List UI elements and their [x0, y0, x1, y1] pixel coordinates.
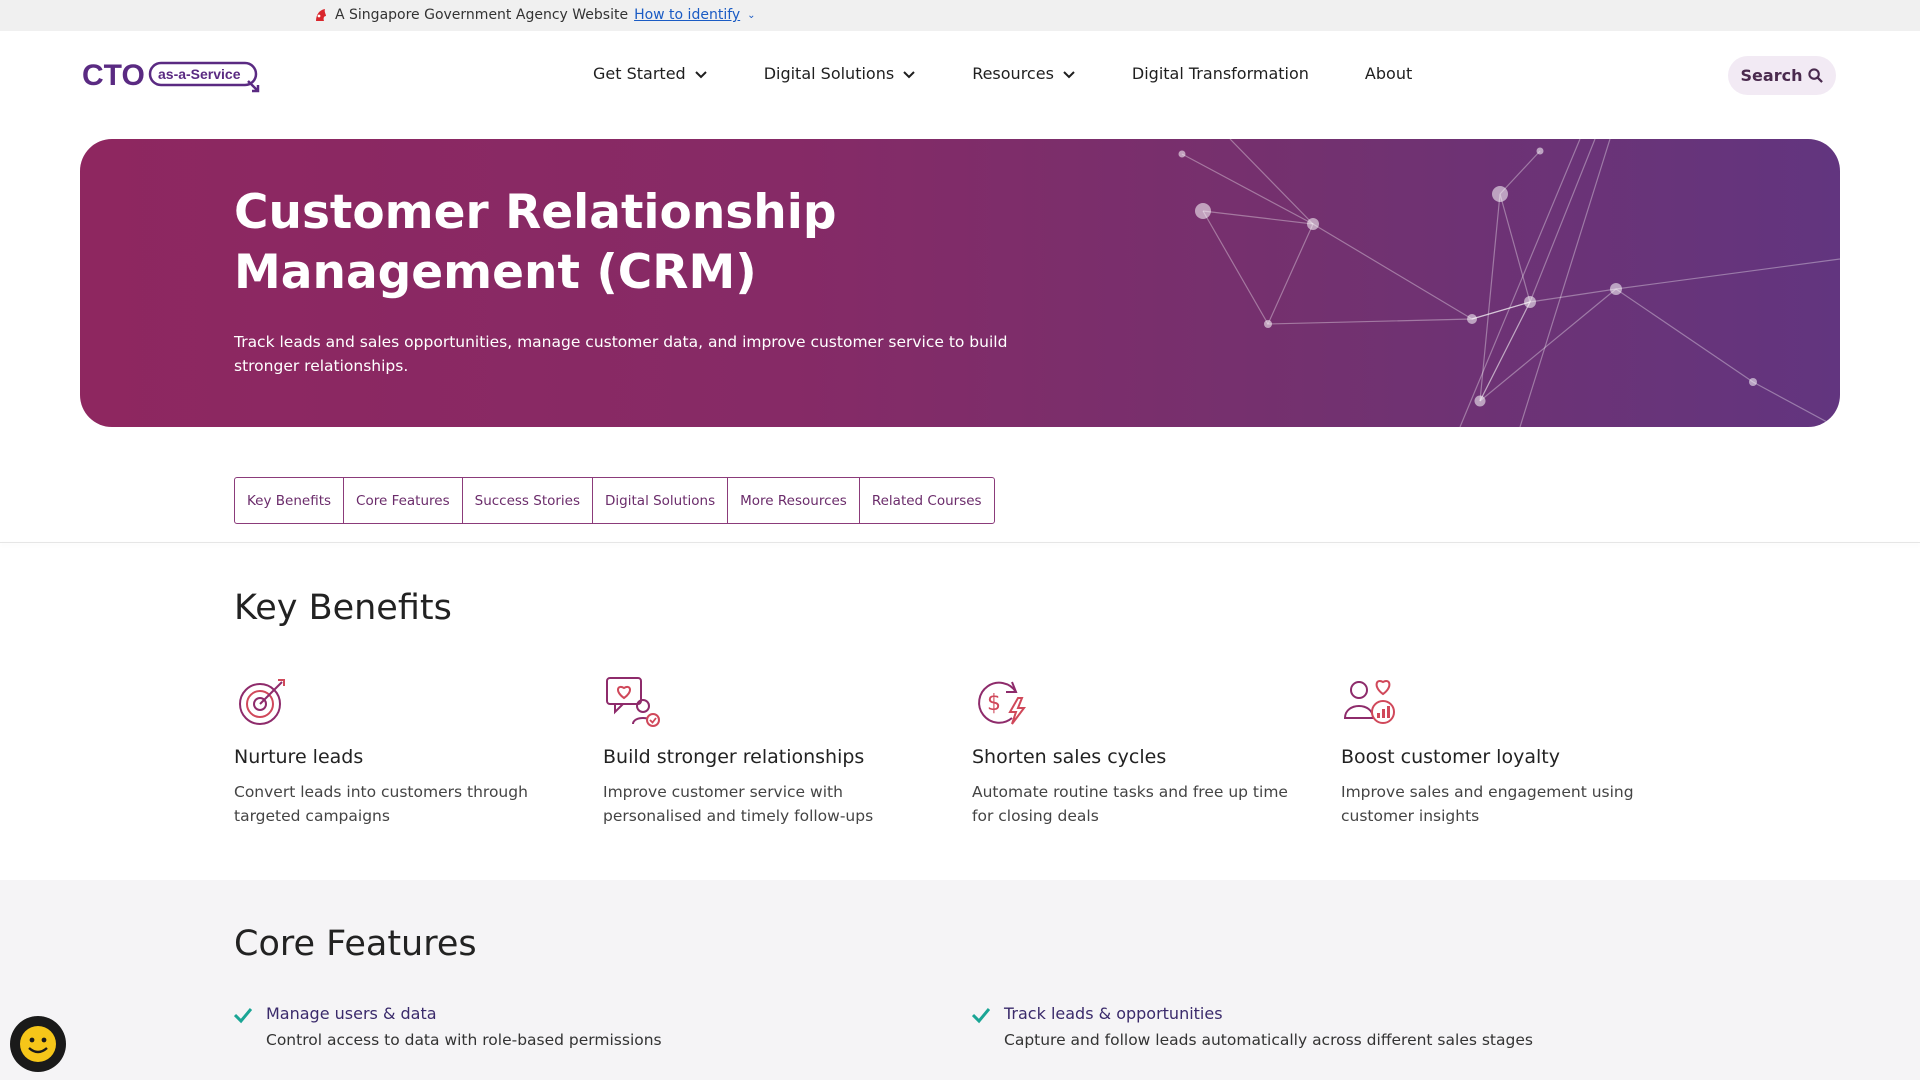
chevron-down-icon: [1063, 70, 1075, 78]
masthead-text: A Singapore Government Agency Website: [335, 7, 629, 23]
gov-masthead: A Singapore Government Agency Website Ho…: [0, 0, 1920, 31]
tab-core-features[interactable]: Core Features: [344, 478, 463, 523]
hero-banner: Customer Relationship Management (CRM) T…: [80, 139, 1840, 427]
benefit-title: Nurture leads: [234, 746, 364, 768]
benefit-title: Build stronger relationships: [603, 746, 865, 768]
benefit-description: Improve sales and engagement using custo…: [1341, 783, 1634, 825]
nav-get-started[interactable]: Get Started: [593, 64, 708, 83]
chevron-down-icon: [903, 70, 915, 78]
tab-related-courses[interactable]: Related Courses: [860, 478, 994, 523]
search-label: Search: [1740, 66, 1803, 85]
nav-label: About: [1364, 64, 1413, 83]
tab-key-benefits[interactable]: Key Benefits: [235, 478, 345, 523]
tab-more-resources[interactable]: More Resources: [728, 478, 860, 523]
nav-about[interactable]: About: [1365, 64, 1412, 83]
benefit-description: Convert leads into customers through tar…: [234, 783, 528, 825]
key-benefits-heading: Key Benefits: [234, 588, 452, 628]
nav-label: Get Started: [593, 64, 686, 83]
divider: [0, 542, 1920, 543]
main-nav: Get Started Digital Solutions Resources …: [593, 64, 1412, 83]
core-features-section: Core Features Manage users & data Contro…: [0, 880, 1920, 1080]
chat-heart-icon: [606, 677, 660, 727]
cto-logo[interactable]: CTO as-a-Service: [82, 55, 262, 93]
tab-success-stories[interactable]: Success Stories: [463, 478, 594, 523]
benefit-title: Boost customer loyalty: [1341, 746, 1560, 768]
chevron-down-icon: [694, 70, 707, 78]
svg-text:as-a-Service: as-a-Service: [158, 66, 241, 82]
target-icon: [239, 679, 285, 725]
site-header: CTO as-a-Service Get Started Digital Sol…: [0, 31, 1920, 136]
benefit-title: Shorten sales cycles: [972, 746, 1167, 768]
svg-text:$: $: [987, 691, 1001, 716]
feature-item: Manage users & data Control access to da…: [234, 1004, 662, 1049]
nav-label: Resources: [972, 64, 1054, 83]
section-tabs: Key Benefits Core Features Success Stori…: [234, 477, 995, 524]
nav-label: Digital Transformation: [1131, 64, 1309, 83]
benefit-card: Boost customer loyalty Improve sales and…: [1341, 672, 1681, 828]
dollar-lightning-icon: $: [978, 681, 1026, 725]
nav-label: Digital Solutions: [763, 64, 895, 83]
search-button[interactable]: Search: [1728, 56, 1836, 95]
svg-text:CTO: CTO: [82, 59, 145, 92]
feature-description: Control access to data with role-based p…: [266, 1031, 662, 1049]
lion-head-icon: [316, 9, 326, 21]
feature-item: Track leads & opportunities Capture and …: [972, 1004, 1533, 1049]
benefit-card: Nurture leads Convert leads into custome…: [234, 672, 574, 828]
feature-description: Capture and follow leads automatically a…: [1004, 1031, 1533, 1049]
chevron-down-icon[interactable]: ⌄: [747, 10, 755, 21]
feature-title: Manage users & data: [266, 1004, 437, 1023]
smiley-icon: [20, 1026, 56, 1062]
loyalty-chart-icon: [1343, 680, 1395, 724]
benefit-description: Improve customer service with personalis…: [603, 783, 874, 825]
feedback-button[interactable]: [10, 1016, 66, 1072]
check-icon: [972, 1008, 990, 1024]
feature-title: Track leads & opportunities: [1004, 1004, 1223, 1023]
page-description: Track leads and sales opportunities, man…: [234, 333, 1008, 375]
benefit-card: $ Shorten sales cycles Automate routine …: [972, 672, 1312, 828]
nav-digital-solutions[interactable]: Digital Solutions: [764, 64, 917, 83]
benefit-card: Build stronger relationships Improve cus…: [603, 672, 943, 828]
benefit-description: Automate routine tasks and free up time …: [972, 783, 1288, 825]
page-title: Customer Relationship Management (CRM): [234, 185, 837, 300]
search-icon: [1808, 68, 1824, 83]
check-icon: [234, 1008, 252, 1024]
nav-digital-transformation[interactable]: Digital Transformation: [1132, 64, 1309, 83]
core-features-heading: Core Features: [234, 924, 477, 964]
how-to-identify-link[interactable]: How to identify: [634, 7, 740, 23]
tab-digital-solutions[interactable]: Digital Solutions: [593, 478, 729, 523]
nav-resources[interactable]: Resources: [972, 64, 1076, 83]
